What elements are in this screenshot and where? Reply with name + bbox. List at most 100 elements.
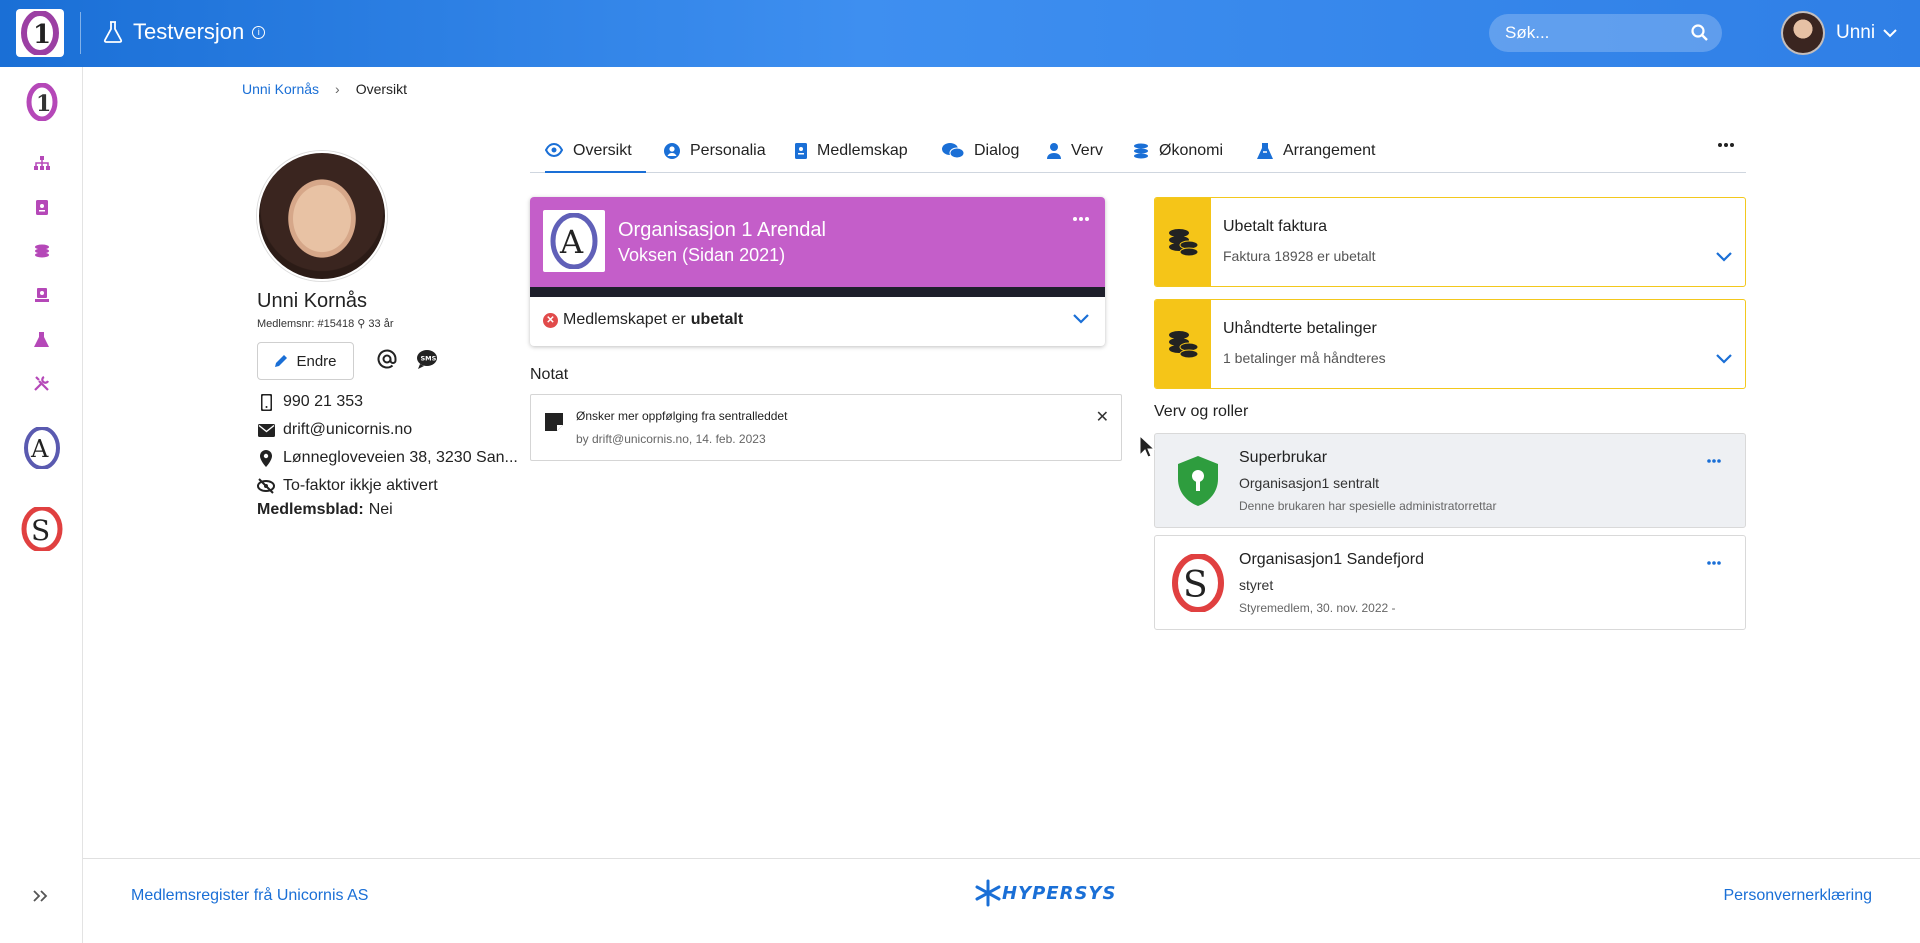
magazine-label: Medlemsblad: <box>257 501 364 518</box>
tab-okonomi[interactable]: Økonomi <box>1133 137 1223 173</box>
membership-category: Voksen (Sidan 2021) <box>618 245 786 265</box>
rail-home-logo[interactable]: 1 <box>0 83 83 121</box>
twofactor-line: To-faktor ikkje aktivert <box>257 477 438 495</box>
hypersys-logo: HYPERSYS <box>974 879 1116 907</box>
chevron-down-icon[interactable] <box>1716 354 1732 364</box>
badge-icon[interactable] <box>0 288 83 302</box>
campfire-icon <box>1257 143 1273 159</box>
tab-label: Verv <box>1071 142 1104 159</box>
age: 33 år <box>368 318 394 330</box>
more-icon[interactable] <box>1718 143 1734 147</box>
chevron-down-icon[interactable] <box>1073 314 1089 324</box>
membership-status[interactable]: ✕ Medlemskapet er ubetalt <box>543 311 743 329</box>
coins-icon[interactable] <box>0 244 83 258</box>
member-card-icon[interactable] <box>0 200 83 215</box>
footer: Medlemsregister frå Unicornis AS HYPERSY… <box>83 858 1920 943</box>
tab-label: Medlemskap <box>817 142 908 159</box>
user-menu[interactable]: Unni <box>1781 11 1897 55</box>
role-description: Denne brukaren har spesielle administrat… <box>1239 499 1497 513</box>
mouse-cursor-icon <box>1139 435 1155 458</box>
alert-subtitle: Faktura 18928 er ubetalt <box>1223 248 1376 264</box>
search-icon[interactable] <box>1691 24 1708 41</box>
chevron-down-icon[interactable] <box>1716 252 1732 262</box>
role-card-sandefjord[interactable]: S Organisasjon1 Sandefjord styret Styrem… <box>1154 535 1746 630</box>
pencil-icon <box>275 355 288 367</box>
email-line[interactable]: drift@unicornis.no <box>257 421 412 439</box>
svg-text:1: 1 <box>36 91 51 117</box>
svg-text:A: A <box>30 435 49 463</box>
error-icon: ✕ <box>543 312 558 328</box>
magazine-line: Medlemsblad: Nei <box>257 501 393 519</box>
tab-medlemskap[interactable]: Medlemskap <box>795 137 908 173</box>
flask-icon <box>103 21 123 43</box>
alert-unpaid-invoice[interactable]: Ubetalt faktura Faktura 18928 er ubetalt <box>1154 197 1746 287</box>
tab-dialog[interactable]: Dialog <box>942 137 1019 173</box>
tab-personalia[interactable]: Personalia <box>664 137 766 173</box>
role-card-superuser[interactable]: Superbrukar Organisasjon1 sentralt Denne… <box>1154 433 1746 528</box>
tab-verv[interactable]: Verv <box>1047 137 1103 173</box>
footer-vendor-link[interactable]: Medlemsregister frå Unicornis AS <box>131 887 368 905</box>
info-icon[interactable]: i <box>252 25 266 39</box>
status-prefix: Medlemskapet er <box>563 311 686 328</box>
alert-unhandled-payments[interactable]: Uhåndterte betalinger 1 betalinger må hå… <box>1154 299 1746 389</box>
alert-title: Uhåndterte betalinger <box>1223 320 1377 337</box>
tab-label: Dialog <box>974 142 1020 159</box>
privacy-link[interactable]: Personvernerklæring <box>1723 887 1872 905</box>
phone-line[interactable]: 990 21 353 <box>257 393 363 411</box>
environment-label: Testversjon i <box>103 19 266 45</box>
sms-icon[interactable]: SMS <box>416 349 438 369</box>
breadcrumb: Unni Kornås › Oversikt <box>242 81 407 97</box>
roles-heading: Verv og roller <box>1154 403 1249 420</box>
address: Lønnegloveveien 38, 3230 San... <box>283 449 518 466</box>
more-icon[interactable] <box>1707 459 1721 463</box>
org-s-logo[interactable]: S <box>0 507 83 551</box>
more-icon[interactable] <box>1707 561 1721 565</box>
profile-photo <box>257 151 387 281</box>
more-icon[interactable] <box>1073 217 1089 221</box>
phone: 990 21 353 <box>283 393 364 410</box>
tab-label: Oversikt <box>573 142 632 159</box>
profile-name: Unni Kornås <box>257 290 368 312</box>
alert-strip <box>1155 300 1211 388</box>
expand-sidebar-icon[interactable] <box>32 890 48 902</box>
membership-divider <box>530 287 1105 297</box>
close-icon[interactable]: ✕ <box>1096 407 1109 427</box>
user-circle-icon <box>664 143 680 159</box>
membership-card: A Organisasjon 1 Arendal Voksen (Sidan 2… <box>530 197 1105 346</box>
user-name: Unni <box>1836 22 1876 43</box>
role-description: Styremedlem, 30. nov. 2022 - <box>1239 601 1396 615</box>
tab-oversikt[interactable]: Oversikt <box>545 137 646 173</box>
profile-meta: Medlemsnr: #15418 ⚲ 33 år <box>257 317 394 330</box>
membership-org: Organisasjon 1 Arendal <box>618 219 826 241</box>
top-bar: 1 Testversjon i Søk... Unni <box>0 0 1920 67</box>
alert-subtitle: 1 betalinger må håndteres <box>1223 350 1386 366</box>
svg-text:SMS: SMS <box>421 355 437 363</box>
footer-logo-text: HYPERSYS <box>1002 882 1117 904</box>
flask-icon[interactable] <box>0 332 83 347</box>
search-input[interactable]: Søk... <box>1489 14 1722 52</box>
tools-icon[interactable] <box>0 376 83 391</box>
tab-arrangement[interactable]: Arrangement <box>1257 137 1376 173</box>
svg-text:S: S <box>1183 565 1208 606</box>
email-at-icon[interactable] <box>377 349 397 369</box>
svg-text:1: 1 <box>33 20 51 50</box>
note-item: Ønsker mer oppfølging fra sentralleddet … <box>530 394 1122 461</box>
search-placeholder: Søk... <box>1505 23 1550 42</box>
breadcrumb-parent[interactable]: Unni Kornås <box>242 81 319 97</box>
twofactor-status: To-faktor ikkje aktivert <box>283 477 438 494</box>
status-value: ubetalt <box>690 311 744 328</box>
role-org: Organisasjon1 sentralt <box>1239 475 1380 491</box>
role-title: Superbrukar <box>1239 449 1328 466</box>
profile-tabs: Oversikt Personalia Medlemskap Dialog Ve… <box>530 137 1746 173</box>
edit-button[interactable]: Endre <box>257 342 354 380</box>
breadcrumb-current: Oversikt <box>355 81 408 97</box>
membership-header: A Organisasjon 1 Arendal Voksen (Sidan 2… <box>530 197 1105 287</box>
breadcrumb-separator-icon: › <box>335 81 340 97</box>
app-logo[interactable]: 1 <box>16 9 64 57</box>
address-line[interactable]: Lønnegloveveien 38, 3230 San... <box>257 449 518 467</box>
notes-heading: Notat <box>530 366 569 383</box>
shield-off-icon <box>257 478 275 494</box>
topbar-divider <box>80 12 81 54</box>
org-tree-icon[interactable] <box>0 156 83 170</box>
org-a-logo[interactable]: A <box>0 427 83 469</box>
